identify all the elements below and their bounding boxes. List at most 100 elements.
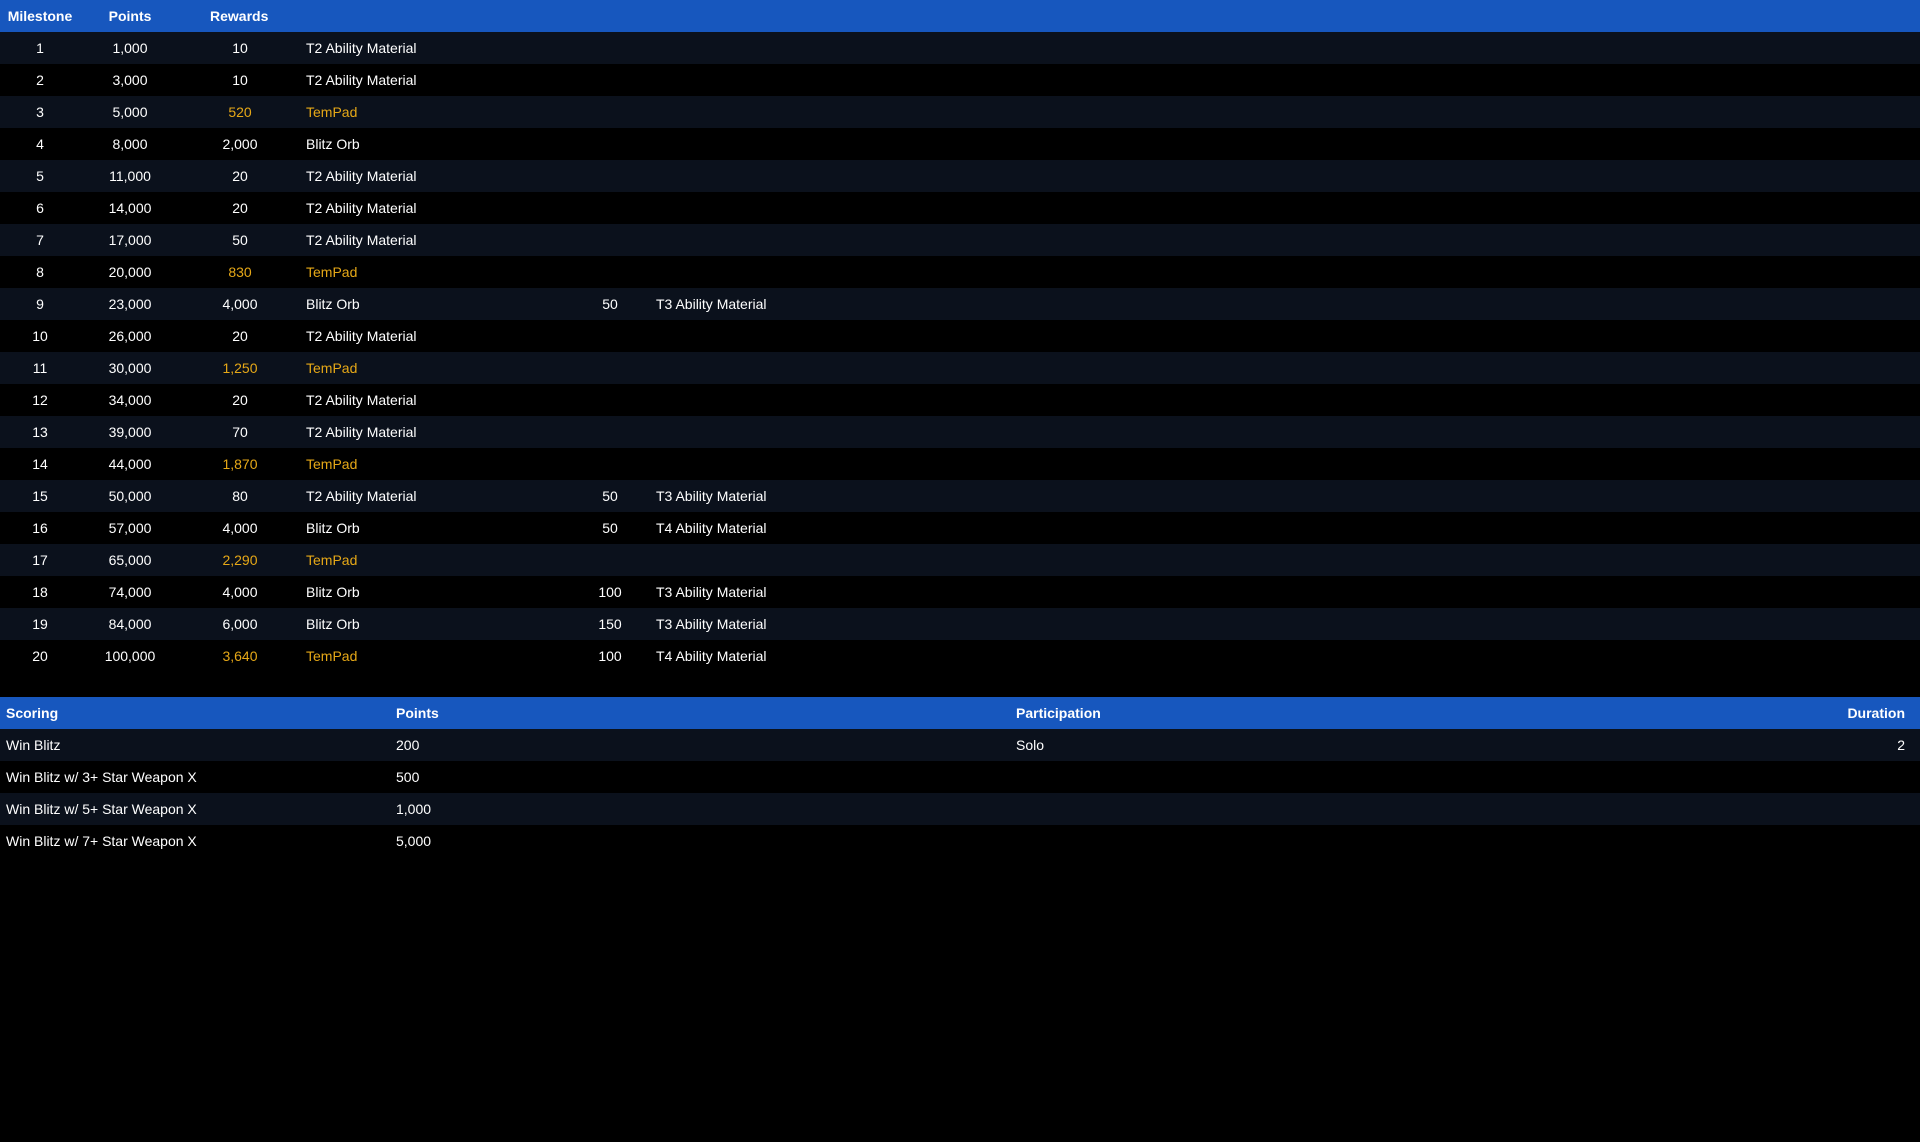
reward-1-qty: 830 [180, 256, 300, 288]
table-row: 1026,00020T2 Ability Material [0, 320, 1920, 352]
reward-2-item [650, 544, 1920, 576]
scoring-duration [1380, 761, 1920, 793]
points-value: 17,000 [80, 224, 180, 256]
milestone-number: 5 [0, 160, 80, 192]
reward-1-item: T2 Ability Material [300, 224, 570, 256]
scoring-duration [1380, 793, 1920, 825]
reward-1-qty: 20 [180, 320, 300, 352]
milestone-number: 4 [0, 128, 80, 160]
reward-1-qty: 6,000 [180, 608, 300, 640]
reward-2-item: T4 Ability Material [650, 512, 1920, 544]
milestone-number: 13 [0, 416, 80, 448]
scoring-label: Win Blitz w/ 5+ Star Weapon X [0, 793, 390, 825]
points-value: 11,000 [80, 160, 180, 192]
reward-1-item: T2 Ability Material [300, 32, 570, 64]
table-spacer [0, 672, 1920, 697]
reward-1-qty: 2,290 [180, 544, 300, 576]
reward-1-item: TemPad [300, 352, 570, 384]
reward-2-item: T4 Ability Material [650, 640, 1920, 672]
table-row: 1657,0004,000Blitz Orb50T4 Ability Mater… [0, 512, 1920, 544]
milestone-number: 3 [0, 96, 80, 128]
milestones-table: Milestone Points Rewards 11,00010T2 Abil… [0, 0, 1920, 672]
reward-1-item: Blitz Orb [300, 576, 570, 608]
header-scoring: Scoring [0, 697, 390, 729]
reward-1-item: T2 Ability Material [300, 416, 570, 448]
header-milestone: Milestone [0, 0, 80, 32]
reward-2-item [650, 320, 1920, 352]
milestone-number: 16 [0, 512, 80, 544]
reward-1-item: Blitz Orb [300, 128, 570, 160]
reward-2-qty [570, 96, 650, 128]
milestone-number: 7 [0, 224, 80, 256]
reward-2-item [650, 192, 1920, 224]
milestone-number: 8 [0, 256, 80, 288]
milestone-number: 1 [0, 32, 80, 64]
milestone-number: 17 [0, 544, 80, 576]
scoring-participation: Solo [1010, 729, 1380, 761]
milestone-number: 14 [0, 448, 80, 480]
points-value: 100,000 [80, 640, 180, 672]
reward-1-item: TemPad [300, 640, 570, 672]
table-row: 614,00020T2 Ability Material [0, 192, 1920, 224]
table-row: 23,00010T2 Ability Material [0, 64, 1920, 96]
points-value: 30,000 [80, 352, 180, 384]
points-value: 20,000 [80, 256, 180, 288]
reward-1-item: TemPad [300, 256, 570, 288]
reward-2-qty [570, 224, 650, 256]
reward-1-qty: 20 [180, 384, 300, 416]
scoring-points: 200 [390, 729, 1010, 761]
table-row: 1765,0002,290TemPad [0, 544, 1920, 576]
scoring-points: 500 [390, 761, 1010, 793]
reward-2-qty: 150 [570, 608, 650, 640]
points-value: 44,000 [80, 448, 180, 480]
reward-1-item: T2 Ability Material [300, 64, 570, 96]
reward-1-item: Blitz Orb [300, 512, 570, 544]
table-row: 48,0002,000Blitz Orb [0, 128, 1920, 160]
milestone-number: 11 [0, 352, 80, 384]
reward-1-item: TemPad [300, 96, 570, 128]
milestones-header-row: Milestone Points Rewards [0, 0, 1920, 32]
points-value: 5,000 [80, 96, 180, 128]
reward-1-qty: 520 [180, 96, 300, 128]
table-row: 1874,0004,000Blitz Orb100T3 Ability Mate… [0, 576, 1920, 608]
scoring-label: Win Blitz w/ 3+ Star Weapon X [0, 761, 390, 793]
reward-2-item: T3 Ability Material [650, 480, 1920, 512]
scoring-table: Scoring Points Participation Duration Wi… [0, 697, 1920, 857]
points-value: 1,000 [80, 32, 180, 64]
reward-2-item [650, 448, 1920, 480]
table-row: 820,000830TemPad [0, 256, 1920, 288]
reward-1-qty: 4,000 [180, 288, 300, 320]
header-scoring-points: Points [390, 697, 1010, 729]
reward-1-item: TemPad [300, 448, 570, 480]
table-row: 511,00020T2 Ability Material [0, 160, 1920, 192]
table-row: 717,00050T2 Ability Material [0, 224, 1920, 256]
table-row: Win Blitz w/ 3+ Star Weapon X500 [0, 761, 1920, 793]
reward-2-item [650, 224, 1920, 256]
reward-1-qty: 2,000 [180, 128, 300, 160]
reward-2-qty [570, 384, 650, 416]
points-value: 74,000 [80, 576, 180, 608]
points-value: 65,000 [80, 544, 180, 576]
header-duration: Duration [1380, 697, 1920, 729]
reward-1-item: T2 Ability Material [300, 320, 570, 352]
scoring-label: Win Blitz [0, 729, 390, 761]
table-row: 1234,00020T2 Ability Material [0, 384, 1920, 416]
reward-2-qty [570, 544, 650, 576]
points-value: 50,000 [80, 480, 180, 512]
header-participation: Participation [1010, 697, 1380, 729]
reward-2-qty: 100 [570, 640, 650, 672]
reward-2-qty [570, 320, 650, 352]
milestone-number: 9 [0, 288, 80, 320]
reward-1-item: T2 Ability Material [300, 480, 570, 512]
table-row: Win Blitz w/ 7+ Star Weapon X5,000 [0, 825, 1920, 857]
reward-1-qty: 4,000 [180, 512, 300, 544]
reward-1-qty: 20 [180, 192, 300, 224]
scoring-label: Win Blitz w/ 7+ Star Weapon X [0, 825, 390, 857]
reward-2-qty: 100 [570, 576, 650, 608]
reward-2-item: T3 Ability Material [650, 288, 1920, 320]
reward-2-qty [570, 64, 650, 96]
reward-2-item: T3 Ability Material [650, 608, 1920, 640]
reward-2-qty [570, 160, 650, 192]
reward-1-qty: 1,870 [180, 448, 300, 480]
table-row: 20100,0003,640TemPad100T4 Ability Materi… [0, 640, 1920, 672]
